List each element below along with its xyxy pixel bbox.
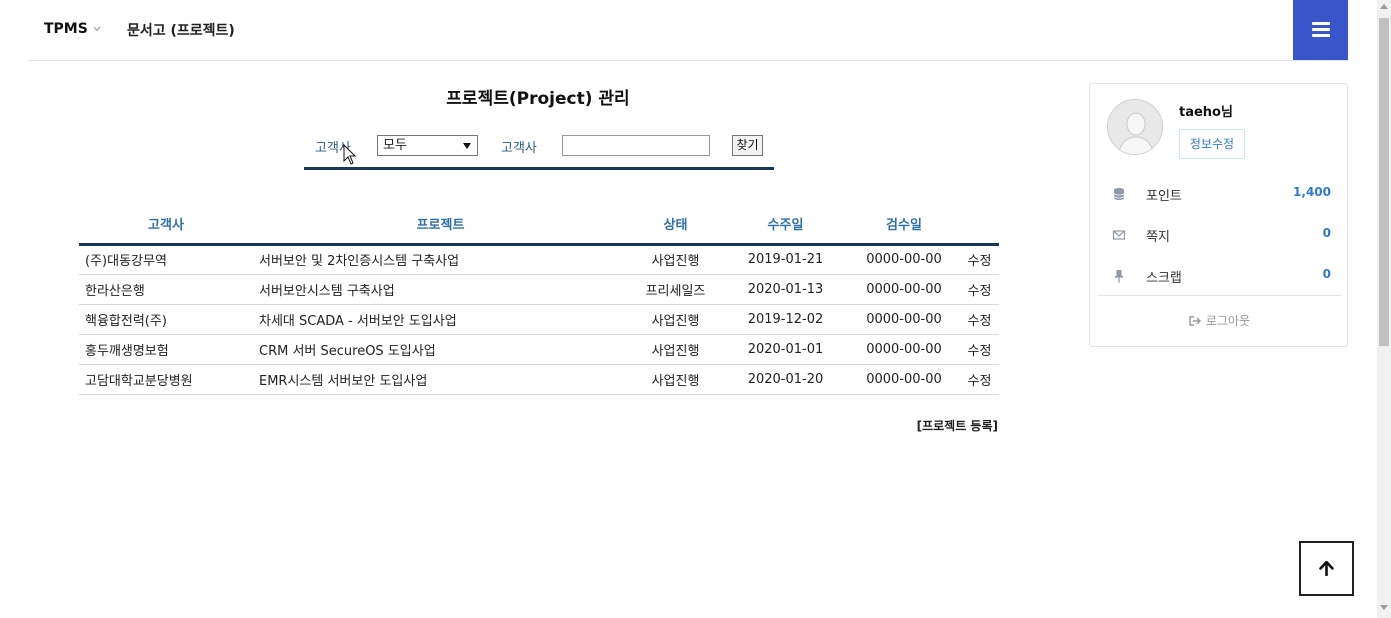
scrollbar-thumb[interactable] — [1379, 18, 1389, 346]
points-value: 1,400 — [1293, 185, 1331, 199]
status-cell: 사업진행 — [628, 304, 723, 335]
brand-menu[interactable]: TPMS — [44, 21, 88, 37]
order-date-cell: 2020-01-01 — [723, 334, 848, 365]
column-header-status[interactable]: 상태 — [628, 205, 723, 246]
table-row: 홍두깨생명보험 CRM 서버 SecureOS 도입사업 사업진행 2020-0… — [79, 334, 999, 365]
order-date-cell: 2020-01-13 — [723, 274, 848, 305]
client-cell: 고담대학교분당병원 — [79, 364, 253, 395]
order-date-cell: 2019-01-21 — [723, 244, 848, 275]
inspect-date-cell: 0000-00-00 — [848, 244, 960, 275]
scrap-value: 0 — [1322, 267, 1331, 281]
project-cell[interactable]: 차세대 SCADA - 서버보안 도입사업 — [253, 304, 628, 335]
table-row: (주)대동강무역 서버보안 및 2차인증시스템 구축사업 사업진행 2019-0… — [79, 244, 999, 275]
project-cell[interactable]: EMR시스템 서버보안 도입사업 — [253, 364, 628, 395]
edit-link[interactable]: 수정 — [960, 304, 999, 335]
edit-link[interactable]: 수정 — [960, 244, 999, 275]
edit-link[interactable]: 수정 — [960, 274, 999, 305]
inspect-date-cell: 0000-00-00 — [848, 304, 960, 335]
user-placeholder-icon — [1108, 100, 1162, 154]
edit-link[interactable]: 수정 — [960, 334, 999, 365]
messages-label: 쪽지 — [1146, 230, 1170, 245]
column-header-order-date[interactable]: 수주일 — [723, 205, 848, 246]
logout-label: 로그아웃 — [1205, 314, 1251, 328]
column-header-action — [960, 205, 999, 246]
column-header-project[interactable]: 프로젝트 — [253, 205, 628, 246]
client-cell: 홍두깨생명보험 — [79, 334, 253, 365]
dropdown-arrow-icon — [463, 143, 471, 149]
register-project-link[interactable]: [프로젝트 등록] — [880, 417, 998, 434]
project-cell[interactable]: 서버보안 및 2차인증시스템 구축사업 — [253, 244, 628, 275]
top-navbar: TPMS 문서고 (프로젝트) — [28, 0, 1348, 61]
status-cell: 사업진행 — [628, 244, 723, 275]
inspect-date-cell: 0000-00-00 — [848, 274, 960, 305]
avatar[interactable] — [1107, 99, 1163, 155]
hamburger-icon — [1312, 22, 1330, 25]
points-item[interactable]: 포인트 1,400 — [1090, 183, 1349, 205]
scrap-label: 스크랩 — [1146, 271, 1182, 286]
mouse-cursor-icon — [343, 144, 357, 165]
table-row: 핵융합전력(주) 차세대 SCADA - 서버보안 도입사업 사업진행 2019… — [79, 304, 999, 335]
sign-out-icon — [1189, 316, 1201, 326]
edit-link[interactable]: 수정 — [960, 364, 999, 395]
client-search-input[interactable] — [562, 135, 710, 156]
back-to-top-button[interactable] — [1299, 541, 1354, 596]
inspect-date-cell: 0000-00-00 — [848, 364, 960, 395]
divider — [1098, 295, 1341, 296]
database-icon — [1113, 188, 1125, 200]
select-value: 모두 — [383, 138, 407, 153]
pin-icon — [1115, 270, 1123, 283]
client-search-label: 고객사 — [501, 141, 537, 156]
arrow-up-icon — [1319, 561, 1334, 576]
search-button[interactable]: 찾기 — [732, 135, 763, 156]
client-filter-select[interactable]: 모두 — [377, 135, 478, 156]
client-cell: (주)대동강무역 — [79, 244, 253, 275]
envelope-icon — [1112, 230, 1126, 240]
status-cell: 프리세일즈 — [628, 274, 723, 305]
order-date-cell: 2020-01-20 — [723, 364, 848, 395]
logout-button[interactable]: 로그아웃 — [1090, 312, 1349, 329]
edit-profile-button[interactable]: 정보수정 — [1179, 129, 1245, 159]
project-cell[interactable]: CRM 서버 SecureOS 도입사업 — [253, 334, 628, 365]
scroll-down-icon[interactable] — [1380, 605, 1388, 610]
profile-card: taeho님 정보수정 포인트 1,400 쪽지 0 스크랩 0 로그아웃 — [1089, 83, 1348, 347]
project-table: 고객사 프로젝트 상태 수주일 검수일 (주)대동강무역 서버보안 및 2차인증… — [79, 205, 999, 395]
chevron-down-icon[interactable] — [92, 24, 102, 34]
client-cell: 한라산은행 — [79, 274, 253, 305]
order-date-cell: 2019-12-02 — [723, 304, 848, 335]
table-header-row: 고객사 프로젝트 상태 수주일 검수일 — [79, 205, 999, 246]
vertical-scrollbar[interactable] — [1377, 0, 1391, 618]
status-cell: 사업진행 — [628, 364, 723, 395]
inspect-date-cell: 0000-00-00 — [848, 334, 960, 365]
table-row: 한라산은행 서버보안시스템 구축사업 프리세일즈 2020-01-13 0000… — [79, 274, 999, 305]
table-row: 고담대학교분당병원 EMR시스템 서버보안 도입사업 사업진행 2020-01-… — [79, 364, 999, 395]
project-cell[interactable]: 서버보안시스템 구축사업 — [253, 274, 628, 305]
scroll-up-icon[interactable] — [1380, 4, 1388, 9]
column-header-inspect-date[interactable]: 검수일 — [848, 205, 960, 246]
messages-value: 0 — [1322, 226, 1331, 240]
breadcrumb[interactable]: 문서고 (프로젝트) — [127, 20, 235, 40]
messages-item[interactable]: 쪽지 0 — [1090, 224, 1349, 246]
status-cell: 사업진행 — [628, 334, 723, 365]
points-label: 포인트 — [1146, 189, 1182, 204]
column-header-client[interactable]: 고객사 — [79, 205, 253, 246]
page-title: 프로젝트(Project) 관리 — [446, 89, 630, 109]
hamburger-menu-button[interactable] — [1293, 0, 1348, 60]
username: taeho님 — [1179, 105, 1233, 120]
client-cell: 핵융합전력(주) — [79, 304, 253, 335]
search-form: 고객사 모두 고객사 찾기 — [304, 131, 774, 170]
scrap-item[interactable]: 스크랩 0 — [1090, 265, 1349, 287]
